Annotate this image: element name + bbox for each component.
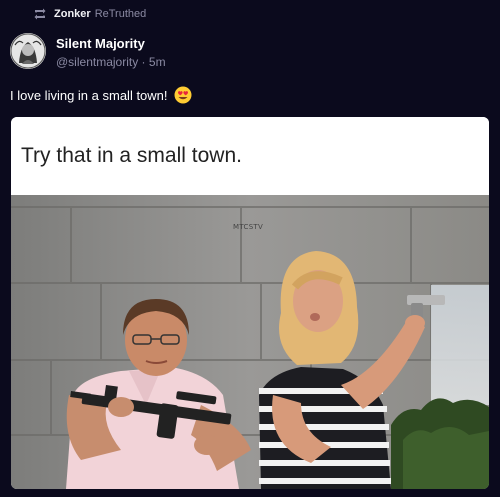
retruth-label: ReTruthed [94, 8, 147, 20]
retruth-username[interactable]: Zonker [54, 8, 91, 20]
image-watermark: MTCSTV [233, 223, 264, 231]
author-meta: @silentmajority · 5m [56, 54, 166, 70]
avatar[interactable] [10, 33, 46, 69]
meme-caption-area: Try that in a small town. [11, 117, 489, 195]
meta-separator: · [141, 55, 146, 69]
heart-eyes-emoji-icon [174, 86, 192, 104]
meme-caption: Try that in a small town. [21, 144, 242, 167]
post-text: I love living in a small town! [10, 87, 168, 103]
retruth-icon [34, 8, 46, 20]
author-block[interactable]: Silent Majority @silentmajority · 5m [56, 36, 166, 70]
meme-photo [11, 195, 489, 489]
post-body: I love living in a small town! [10, 86, 192, 104]
author-name[interactable]: Silent Majority [56, 36, 166, 52]
author-handle[interactable]: @silentmajority [56, 55, 138, 69]
post-timestamp[interactable]: 5m [149, 55, 166, 69]
retruth-banner: Zonker ReTruthed [33, 6, 146, 22]
post-image[interactable]: Try that in a small town. MTCSTV [11, 117, 489, 489]
truth-post: Zonker ReTruthed Silent Majority @silent… [0, 0, 500, 497]
